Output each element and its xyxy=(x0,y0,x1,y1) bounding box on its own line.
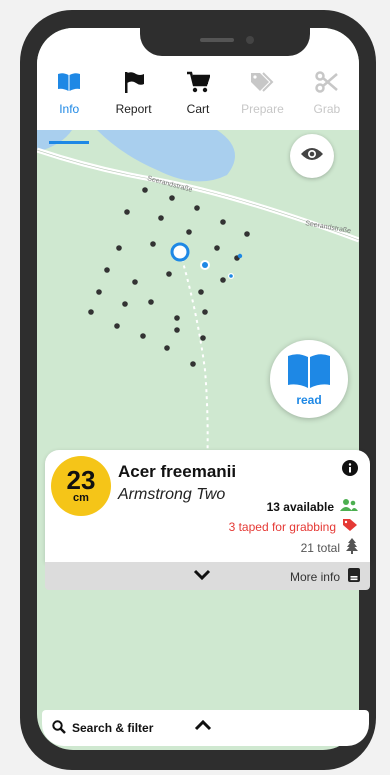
map-view[interactable]: Seerandstraße Seerandstraße xyxy=(37,130,359,750)
size-unit: cm xyxy=(73,492,89,504)
tree-icon xyxy=(346,538,358,557)
scissors-icon xyxy=(315,68,339,96)
read-button[interactable]: read xyxy=(270,340,348,418)
tags-icon xyxy=(249,68,275,96)
nav-item-cart[interactable]: Cart xyxy=(166,68,230,130)
available-count: 13 available xyxy=(266,499,334,514)
card-footer: More info xyxy=(45,562,370,590)
location-dot xyxy=(237,253,243,259)
chevron-up-icon[interactable] xyxy=(194,718,212,736)
speaker xyxy=(200,38,234,42)
read-label: read xyxy=(296,392,322,407)
search-icon xyxy=(52,720,66,739)
species-name: Acer freemanii xyxy=(118,462,237,481)
document-icon[interactable] xyxy=(348,568,360,587)
book-icon xyxy=(286,352,332,395)
tag-icon xyxy=(342,518,358,535)
available-stat: 13 available xyxy=(267,498,358,515)
nav-item-label: Info xyxy=(59,102,80,116)
location-marker xyxy=(170,242,190,262)
tree-info-card[interactable]: 23 cm Acer freemanii Armstrong Two 13 av… xyxy=(45,450,370,562)
eye-icon xyxy=(300,146,324,167)
search-filter-bar[interactable]: Search & filter xyxy=(42,710,369,746)
nav-item-report[interactable]: Report xyxy=(101,68,165,130)
nav-item-label: Cart xyxy=(186,102,210,116)
search-filter-label[interactable]: Search & filter xyxy=(72,721,153,735)
flag-icon xyxy=(122,68,146,96)
location-dot xyxy=(229,274,233,278)
taped-stat: 3 taped for grabbing xyxy=(229,518,358,535)
location-dot xyxy=(202,262,208,268)
taped-count: 3 taped for grabbing xyxy=(228,519,336,534)
nav-item-prepare[interactable]: Prepare xyxy=(230,68,294,130)
info-icon[interactable] xyxy=(342,460,358,481)
nav-item-info[interactable]: Info xyxy=(37,68,101,144)
road-label: Seerandstraße xyxy=(305,220,352,235)
chevron-down-icon[interactable] xyxy=(193,568,211,586)
walk-path xyxy=(179,251,209,471)
nav-item-label: Grab xyxy=(313,102,341,116)
cultivar-name: Armstrong Two xyxy=(118,486,226,503)
total-stat: 21 total xyxy=(301,538,358,557)
cart-icon xyxy=(186,68,211,96)
phone-notch xyxy=(140,28,310,56)
tree-dots xyxy=(88,187,250,367)
nav-item-grab[interactable]: Grab xyxy=(295,68,359,130)
visibility-toggle-button[interactable] xyxy=(290,134,334,178)
users-icon xyxy=(340,498,358,515)
nav-item-label: Report xyxy=(115,102,152,116)
more-info-link[interactable]: More info xyxy=(290,570,340,584)
camera xyxy=(246,36,254,44)
size-value: 23 xyxy=(66,465,96,495)
nav-item-label: Prepare xyxy=(241,102,284,116)
total-count: 21 total xyxy=(300,540,340,555)
size-badge: 23 cm xyxy=(51,456,111,516)
book-icon xyxy=(57,68,81,96)
